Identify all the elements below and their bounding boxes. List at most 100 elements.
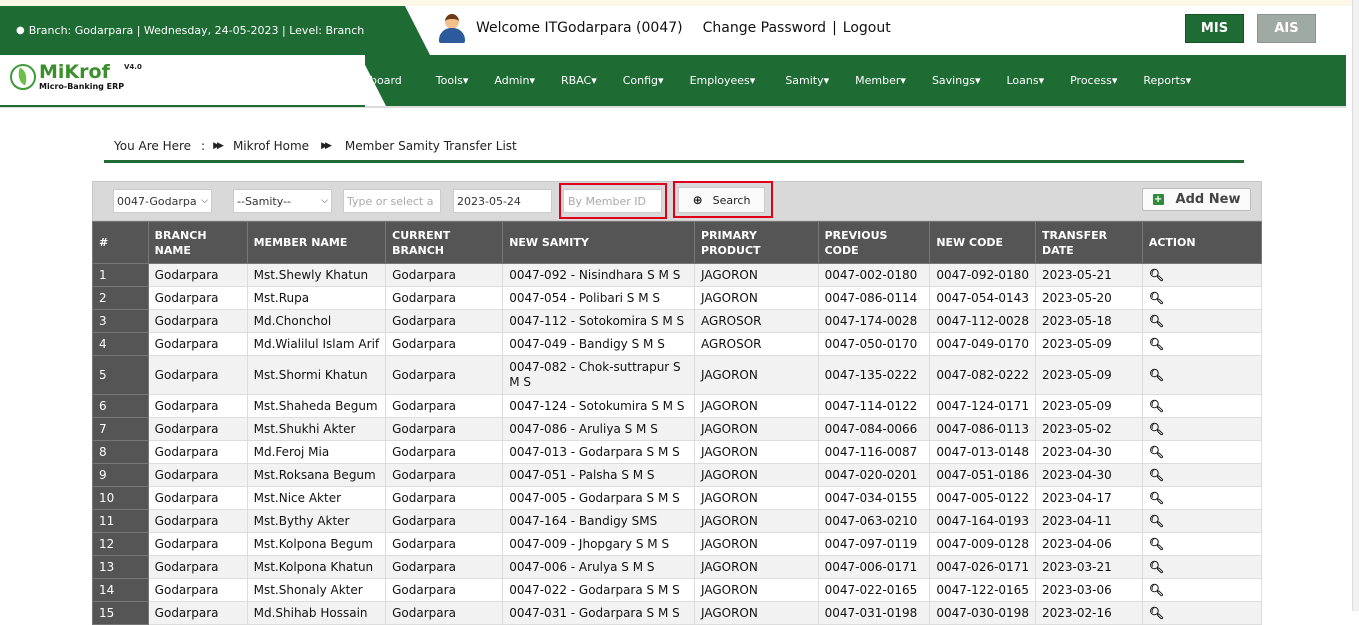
menu-reports[interactable]: Reports▾ bbox=[1143, 74, 1191, 87]
table-row: 8 Godarpara Md.Feroj Mia Godarpara 0047-013 … bbox=[92, 440, 1263, 464]
view-icon[interactable]: 🔍︎ bbox=[1149, 583, 1164, 597]
row-member-name: Mst.Shewly Khatun bbox=[246, 263, 387, 287]
scrollbar[interactable] bbox=[1352, 0, 1359, 611]
row-transfer-date: 2023-03-21 bbox=[1034, 555, 1143, 579]
row-action: 🔍︎ bbox=[1141, 486, 1263, 510]
col-new-code: NEW CODE bbox=[929, 221, 1036, 264]
row-branch-name: Godarpara bbox=[147, 355, 248, 395]
view-icon[interactable]: 🔍︎ bbox=[1149, 422, 1164, 436]
view-icon[interactable]: 🔍︎ bbox=[1149, 468, 1164, 482]
breadcrumb-label: You Are Here bbox=[114, 138, 192, 153]
row-member-name: Md.Shihab Hossain bbox=[246, 601, 387, 625]
branch-select[interactable]: 0047-Godarpa ⌵ bbox=[113, 189, 212, 213]
row-new-samity: 0047-051 - Palsha S M S bbox=[502, 463, 696, 487]
menu-dashboard[interactable]: board bbox=[370, 74, 402, 87]
mis-button[interactable]: MIS bbox=[1185, 14, 1244, 43]
caret-down-icon: ▾ bbox=[658, 74, 664, 87]
row-new-samity: 0047-049 - Bandigy S M S bbox=[502, 332, 696, 356]
menu-savings[interactable]: Savings▾ bbox=[932, 74, 981, 87]
samity-select[interactable]: --Samity-- ⌵ bbox=[233, 189, 332, 213]
ais-button[interactable]: AIS bbox=[1257, 14, 1316, 43]
date-input[interactable]: 2023-05-24 bbox=[453, 189, 552, 213]
row-new-samity: 0047-082 - Chok-suttrapur S M S bbox=[502, 355, 696, 395]
logout-link[interactable]: Logout bbox=[843, 20, 891, 36]
table-row: 3 Godarpara Md.Chonchol Godarpara 0047-112 -… bbox=[92, 309, 1263, 333]
row-new-code: 0047-124-0171 bbox=[929, 394, 1036, 418]
view-icon[interactable]: 🔍︎ bbox=[1149, 514, 1164, 528]
breadcrumb-home[interactable]: Mikrof Home bbox=[233, 139, 309, 153]
view-icon[interactable]: 🔍︎ bbox=[1149, 606, 1164, 620]
view-icon[interactable]: 🔍︎ bbox=[1149, 399, 1164, 413]
row-index: 4 bbox=[92, 332, 149, 356]
row-branch-name: Godarpara bbox=[147, 532, 248, 556]
app-logo[interactable]: MiKrof Micro-Banking ERP V4.0 bbox=[10, 63, 142, 91]
row-current-branch: Godarpara bbox=[385, 509, 504, 533]
member-search-input[interactable]: Type or select a bbox=[343, 189, 441, 213]
caret-down-icon: ▾ bbox=[974, 74, 981, 87]
row-current-branch: Godarpara bbox=[385, 486, 504, 510]
row-new-code: 0047-026-0171 bbox=[929, 555, 1036, 579]
row-branch-name: Godarpara bbox=[147, 486, 248, 510]
row-current-branch: Godarpara bbox=[385, 532, 504, 556]
row-previous-code: 0047-063-0210 bbox=[817, 509, 931, 533]
menu-member[interactable]: Member▾ bbox=[855, 74, 906, 87]
view-icon[interactable]: 🔍︎ bbox=[1149, 314, 1164, 328]
row-index: 3 bbox=[92, 309, 149, 333]
row-member-name: Mst.Nice Akter bbox=[246, 486, 387, 510]
col-index: # bbox=[92, 221, 149, 264]
row-primary-product: JAGORON bbox=[694, 532, 819, 556]
caret-down-icon: ▾ bbox=[749, 74, 756, 87]
row-current-branch: Godarpara bbox=[385, 601, 504, 625]
view-icon[interactable]: 🔍︎ bbox=[1149, 445, 1164, 459]
row-current-branch: Godarpara bbox=[385, 440, 504, 464]
table-row: 12 Godarpara Mst.Kolpona Begum Godarpara 004… bbox=[92, 532, 1263, 556]
caret-down-icon: ▾ bbox=[823, 74, 830, 87]
caret-down-icon: ▾ bbox=[529, 74, 535, 87]
menu-config[interactable]: Config▾ bbox=[623, 74, 664, 87]
row-branch-name: Godarpara bbox=[147, 601, 248, 625]
menu-reports-label: Reports bbox=[1143, 74, 1186, 87]
col-branch-name: BRANCH NAME bbox=[147, 221, 248, 264]
row-index: 12 bbox=[92, 532, 149, 556]
view-icon[interactable]: 🔍︎ bbox=[1149, 560, 1164, 574]
menu-admin[interactable]: Admin▾ bbox=[494, 74, 535, 87]
row-primary-product: JAGORON bbox=[694, 417, 819, 441]
view-icon[interactable]: 🔍︎ bbox=[1149, 337, 1164, 351]
menu-rbac[interactable]: RBAC▾ bbox=[561, 74, 597, 87]
row-new-code: 0047-164-0193 bbox=[929, 509, 1036, 533]
table-row: 1 Godarpara Mst.Shewly Khatun Godarpara 0047… bbox=[92, 263, 1263, 287]
row-action: 🔍︎ bbox=[1141, 355, 1263, 395]
view-icon[interactable]: 🔍︎ bbox=[1149, 368, 1164, 382]
row-new-samity: 0047-009 - Jhopgary S M S bbox=[502, 532, 696, 556]
row-transfer-date: 2023-05-09 bbox=[1034, 332, 1143, 356]
row-transfer-date: 2023-05-09 bbox=[1034, 394, 1143, 418]
view-icon[interactable]: 🔍︎ bbox=[1149, 491, 1164, 505]
view-icon[interactable]: 🔍︎ bbox=[1149, 291, 1164, 305]
row-action: 🔍︎ bbox=[1141, 394, 1263, 418]
view-icon[interactable]: 🔍︎ bbox=[1149, 268, 1164, 282]
add-new-button[interactable]: + Add New bbox=[1142, 188, 1251, 211]
row-current-branch: Godarpara bbox=[385, 332, 504, 356]
menu-process-label: Process bbox=[1070, 74, 1112, 87]
menu-samity[interactable]: Samity▾ bbox=[785, 74, 829, 87]
caret-down-icon: ▾ bbox=[1185, 74, 1192, 87]
menu-tools[interactable]: Tools▾ bbox=[436, 74, 469, 87]
row-branch-name: Godarpara bbox=[147, 332, 248, 356]
row-branch-name: Godarpara bbox=[147, 309, 248, 333]
row-primary-product: JAGORON bbox=[694, 263, 819, 287]
menu-employees[interactable]: Employees▾ bbox=[690, 74, 756, 87]
row-primary-product: JAGORON bbox=[694, 555, 819, 579]
menu-loans[interactable]: Loans▾ bbox=[1006, 74, 1044, 87]
change-password-link[interactable]: Change Password bbox=[703, 20, 826, 36]
table-row: 6 Godarpara Mst.Shaheda Begum Godarpara 0047… bbox=[92, 394, 1263, 418]
view-icon[interactable]: 🔍︎ bbox=[1149, 537, 1164, 551]
row-primary-product: JAGORON bbox=[694, 509, 819, 533]
row-transfer-date: 2023-05-09 bbox=[1034, 355, 1143, 395]
row-primary-product: JAGORON bbox=[694, 286, 819, 310]
menu-process[interactable]: Process▾ bbox=[1070, 74, 1117, 87]
row-branch-name: Godarpara bbox=[147, 286, 248, 310]
row-branch-name: Godarpara bbox=[147, 555, 248, 579]
chevron-down-icon: ⌵ bbox=[201, 196, 208, 206]
menu-member-label: Member bbox=[855, 74, 901, 87]
row-new-code: 0047-122-0165 bbox=[929, 578, 1036, 602]
